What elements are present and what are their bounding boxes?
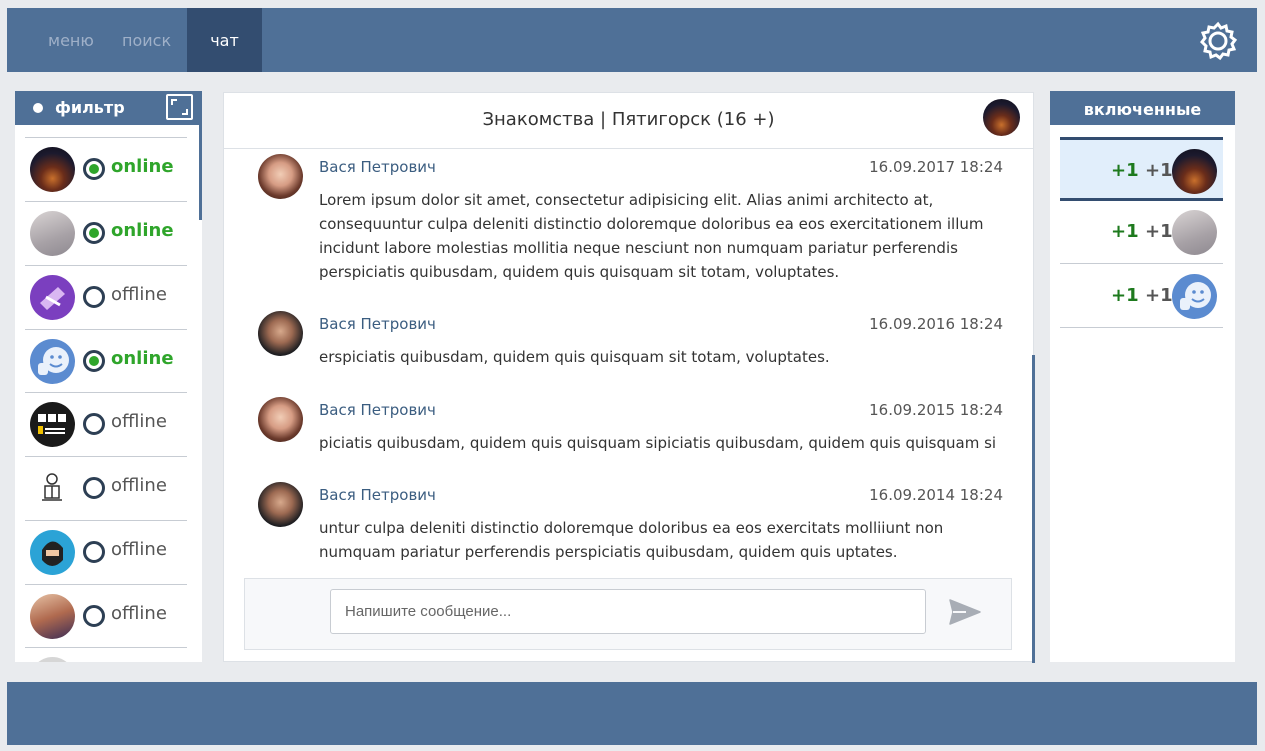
contact-item[interactable]: offline — [25, 520, 187, 584]
filter-header[interactable]: фильтр — [15, 91, 202, 125]
chat-avatar[interactable] — [983, 99, 1020, 136]
online-status-icon — [83, 350, 105, 372]
contact-status: offline — [111, 603, 167, 624]
contact-status: offline — [111, 284, 167, 305]
online-status-icon — [83, 222, 105, 244]
contact-status: offline — [111, 539, 167, 560]
chat-message: Вася Петрович 16.09.2015 18:24 piciatis … — [258, 397, 1003, 457]
plus-counter: +1 — [1111, 160, 1139, 181]
filter-label: фильтр — [55, 98, 125, 117]
message-text: Lorem ipsum dolor sit amet, consectetur … — [319, 191, 984, 281]
online-status-icon — [83, 158, 105, 180]
message-text: piciatis quibusdam, quidem quis quisquam… — [319, 434, 997, 452]
avatar — [30, 339, 75, 384]
nav-search[interactable]: поиск — [122, 8, 171, 72]
chat-header: Знакомства | Пятигорск (16 +) — [224, 93, 1033, 149]
chat-title: Знакомства | Пятигорск (16 +) — [482, 109, 775, 130]
message-text: untur culpa deleniti distinctio doloremq… — [319, 519, 944, 561]
chat-message: Вася Петрович 16.09.2014 18:24 untur cul… — [258, 482, 1003, 566]
message-time: 16.09.2016 18:24 — [869, 315, 1003, 333]
contacts-panel: фильтр online online offline online offl… — [15, 91, 202, 662]
contacts-scrollbar[interactable] — [199, 125, 202, 220]
contact-status: online — [111, 348, 174, 369]
avatar — [30, 402, 75, 447]
message-input[interactable] — [330, 589, 926, 634]
offline-status-icon — [83, 286, 105, 308]
avatar — [30, 466, 75, 511]
offline-status-icon — [83, 541, 105, 563]
message-time: 16.09.2015 18:24 — [869, 401, 1003, 419]
chat-scrollbar[interactable] — [1032, 355, 1035, 663]
expand-icon[interactable] — [166, 94, 193, 120]
avatar — [1172, 274, 1217, 319]
filter-dot-icon — [33, 103, 43, 113]
avatar — [30, 594, 75, 639]
included-panel: включенные +1 +1 +1 +1 +1 +1 — [1050, 91, 1235, 662]
avatar[interactable] — [258, 397, 303, 442]
contact-item[interactable] — [25, 647, 187, 662]
top-navbar: меню поиск чат — [7, 8, 1257, 72]
plus-counter: +1 — [1145, 221, 1173, 242]
message-author[interactable]: Вася Петрович — [319, 401, 436, 419]
message-time: 16.09.2014 18:24 — [869, 486, 1003, 504]
contact-item[interactable]: offline — [25, 265, 187, 329]
included-item[interactable]: +1 +1 — [1060, 201, 1223, 264]
footer-bar — [7, 682, 1257, 745]
included-header: включенные — [1050, 91, 1235, 125]
message-composer — [244, 578, 1012, 650]
chat-message: Вася Петрович 16.09.2016 18:24 erspiciat… — [258, 311, 1003, 371]
contact-item[interactable]: offline — [25, 392, 187, 456]
avatar — [30, 530, 75, 575]
avatar — [30, 147, 75, 192]
contact-item[interactable]: offline — [25, 456, 187, 520]
contact-status: offline — [111, 475, 167, 496]
contact-status: offline — [111, 411, 167, 432]
message-author[interactable]: Вася Петрович — [319, 158, 436, 176]
contact-status: online — [111, 156, 174, 177]
message-author[interactable]: Вася Петрович — [319, 486, 436, 504]
chat-message: Вася Петрович 16.09.2017 18:24 Lorem ips… — [258, 154, 1003, 284]
chat-panel: Знакомства | Пятигорск (16 +) Вася Петро… — [223, 92, 1035, 663]
avatar — [1172, 210, 1217, 255]
message-author[interactable]: Вася Петрович — [319, 315, 436, 333]
plus-counter: +1 — [1145, 285, 1173, 306]
contact-status: online — [111, 220, 174, 241]
contact-item[interactable]: offline — [25, 584, 187, 648]
nav-menu[interactable]: меню — [48, 8, 94, 72]
offline-status-icon — [83, 605, 105, 627]
included-item[interactable]: +1 +1 — [1060, 265, 1223, 328]
plus-counter: +1 — [1111, 285, 1139, 306]
plus-counter: +1 — [1145, 160, 1173, 181]
avatar — [30, 657, 75, 662]
message-time: 16.09.2017 18:24 — [869, 158, 1003, 176]
message-text: erspiciatis quibusdam, quidem quis quisq… — [319, 348, 830, 366]
plus-counter: +1 — [1111, 221, 1139, 242]
gear-icon[interactable] — [1198, 21, 1238, 61]
included-item[interactable]: +1 +1 — [1060, 137, 1223, 201]
avatar — [1172, 149, 1217, 194]
avatar[interactable] — [258, 311, 303, 356]
avatar — [30, 211, 75, 256]
contact-item[interactable]: online — [25, 137, 187, 201]
contact-item[interactable]: online — [25, 201, 187, 265]
nav-chat[interactable]: чат — [187, 8, 262, 72]
avatar[interactable] — [258, 154, 303, 199]
avatar — [30, 275, 75, 320]
avatar[interactable] — [258, 482, 303, 527]
offline-status-icon — [83, 477, 105, 499]
contact-item[interactable]: online — [25, 329, 187, 393]
send-icon[interactable] — [948, 597, 982, 627]
offline-status-icon — [83, 413, 105, 435]
